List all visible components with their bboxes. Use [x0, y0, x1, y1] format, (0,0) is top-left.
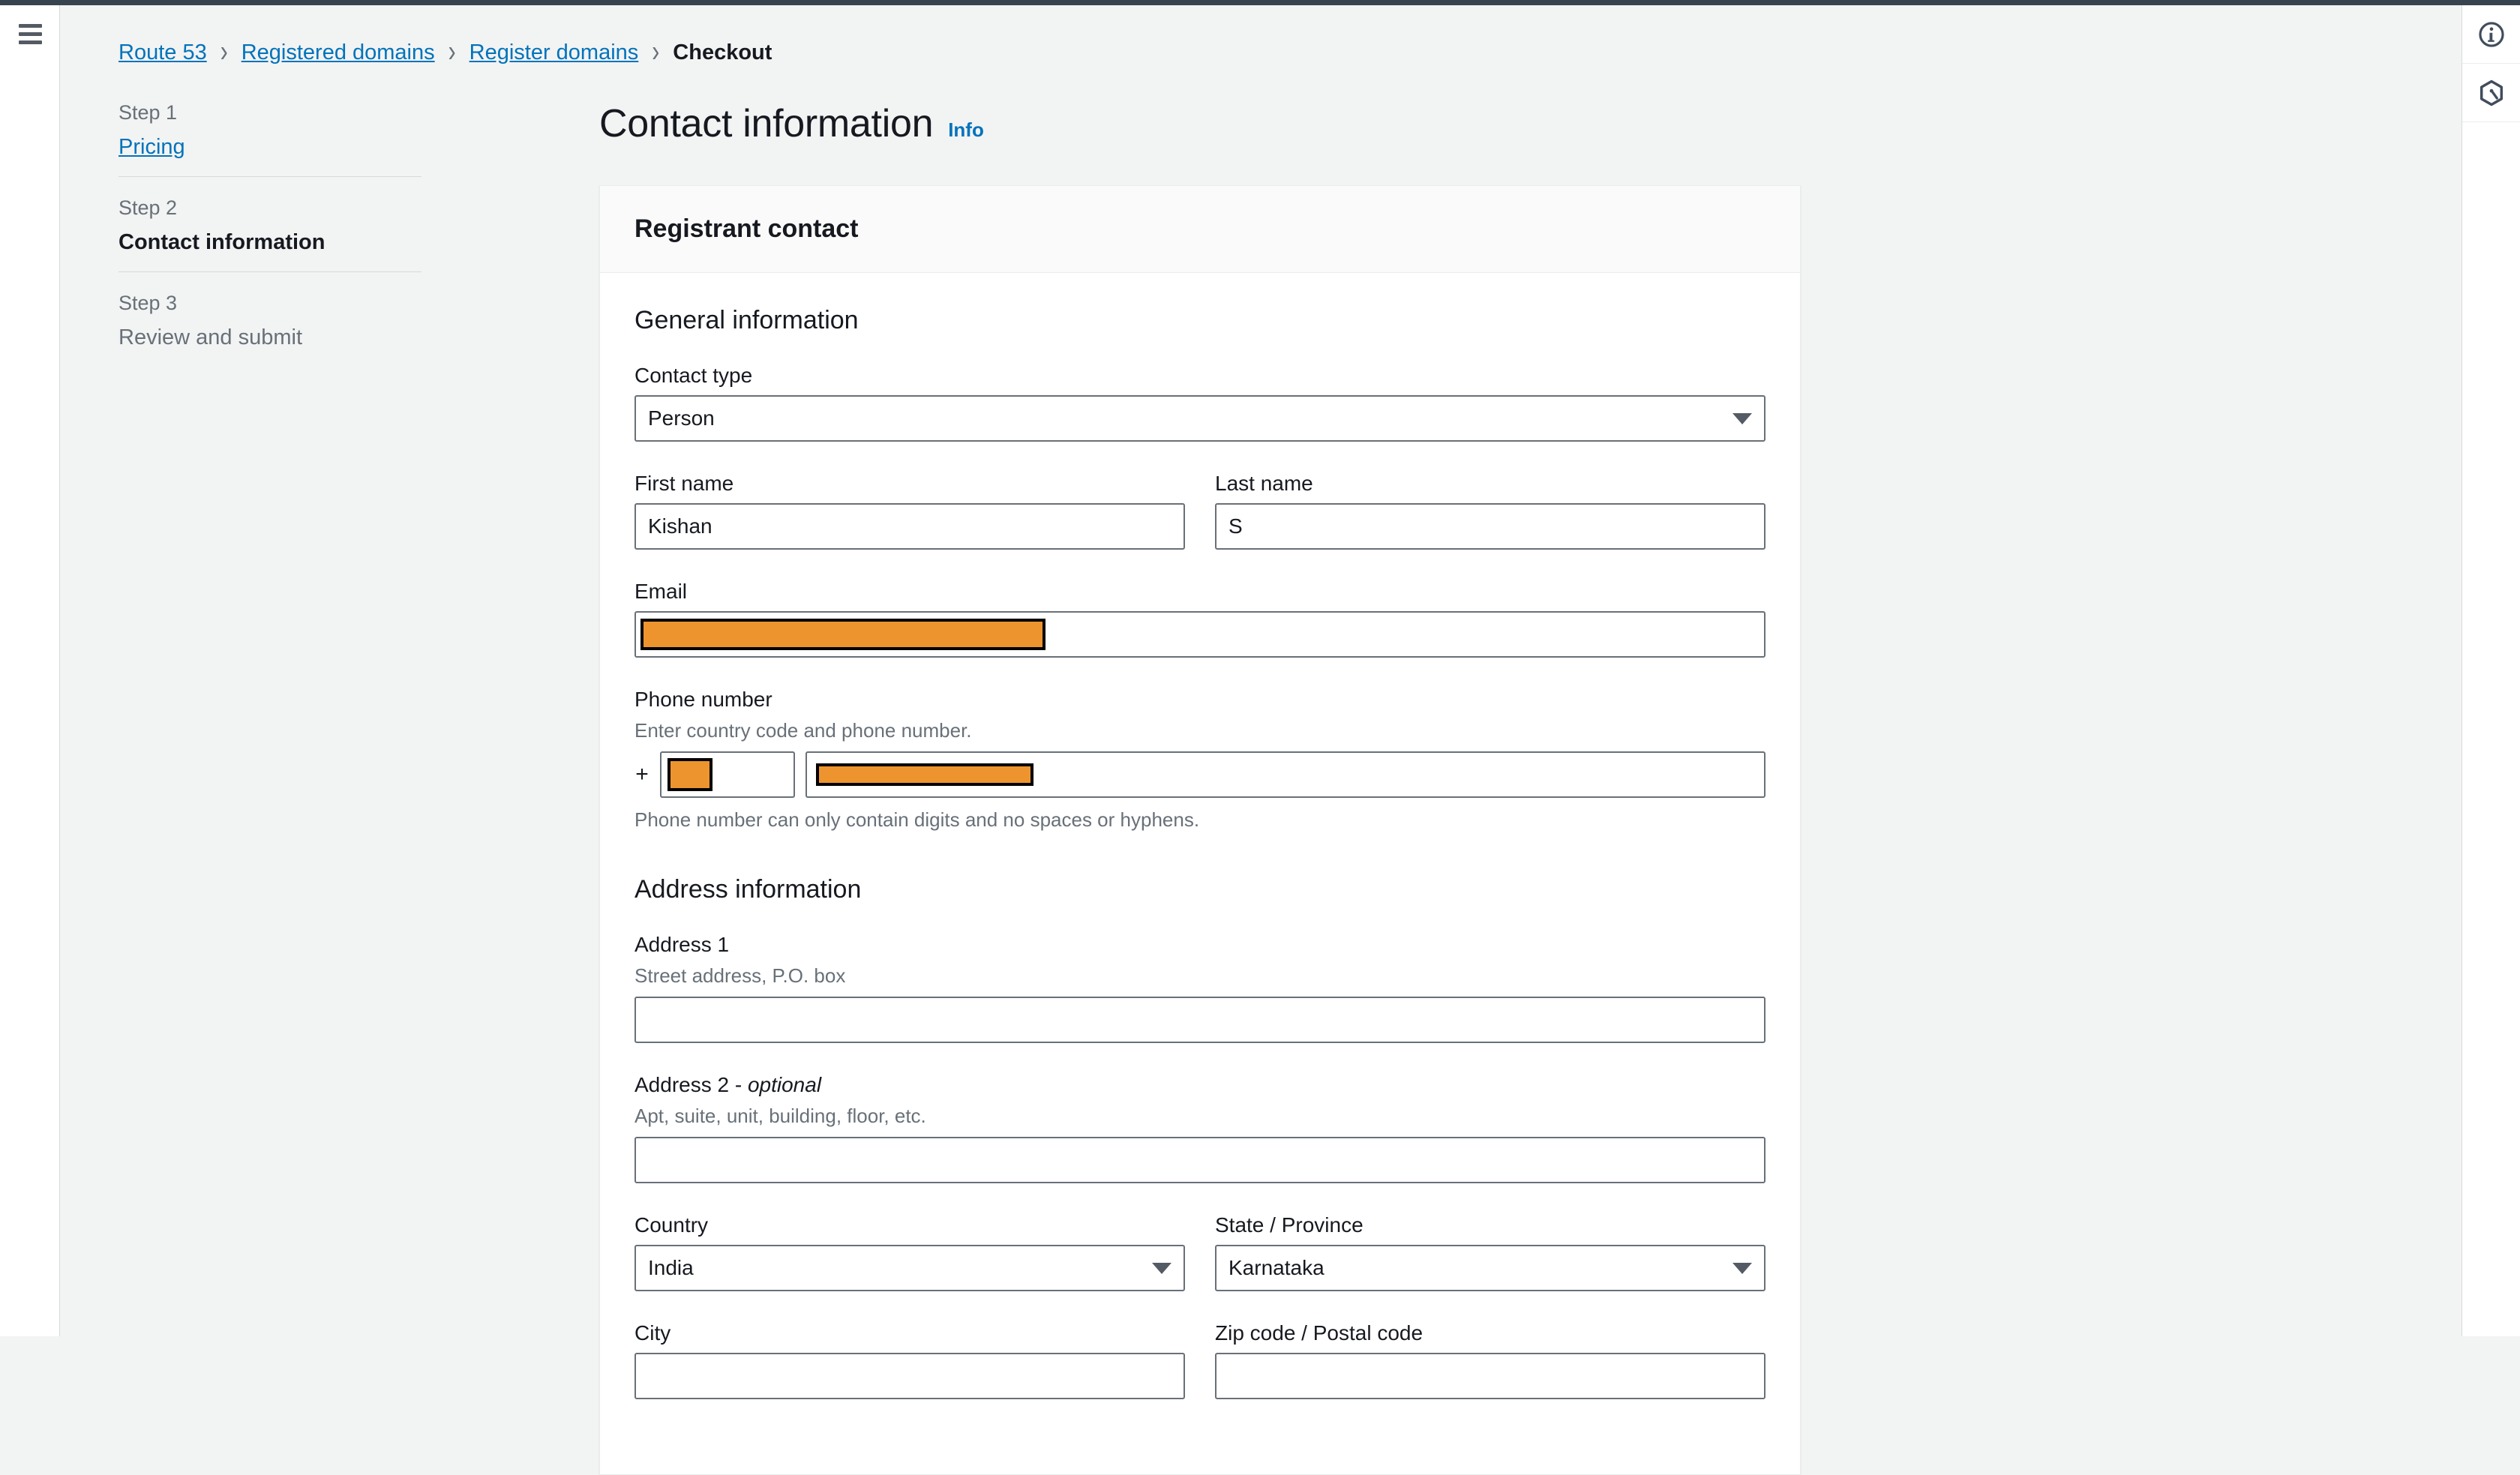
- address-information-heading: Address information: [634, 875, 862, 904]
- breadcrumb-item-registered-domains[interactable]: Registered domains: [242, 41, 435, 64]
- address-1-input[interactable]: [634, 997, 1766, 1043]
- field-row-country-state: Country India State / Province Karnataka: [634, 1213, 1766, 1291]
- amazon-q-button[interactable]: [2462, 64, 2520, 122]
- field-address-2: Address 2 - optional Apt, suite, unit, b…: [634, 1073, 1766, 1183]
- hamburger-bar: [19, 24, 42, 28]
- wizard-step-2-title: Contact information: [118, 230, 326, 254]
- breadcrumb-separator-icon: ›: [448, 35, 456, 69]
- breadcrumb-item-route-53[interactable]: Route 53: [118, 41, 207, 64]
- card-body: General information Contact type Person …: [600, 273, 1800, 1474]
- contact-type-value: Person: [648, 406, 715, 430]
- left-nav-rail: [0, 5, 60, 1336]
- first-name-value: Kishan: [648, 514, 712, 538]
- state-province-label: State / Province: [1215, 1213, 1364, 1237]
- field-city: City: [634, 1321, 1185, 1399]
- field-row-names: First name Kishan Last name S: [634, 472, 1766, 550]
- contact-type-label: Contact type: [634, 364, 753, 387]
- field-first-name: First name Kishan: [634, 472, 1185, 550]
- email-redaction-overlay: [640, 619, 1046, 650]
- wizard-step-1-number: Step 1: [118, 101, 178, 124]
- page-header: Contact information Info: [599, 101, 984, 146]
- country-label: Country: [634, 1213, 709, 1237]
- field-contact-type: Contact type Person: [634, 364, 1766, 442]
- field-state-province: State / Province Karnataka: [1215, 1213, 1766, 1291]
- breadcrumb-item-checkout: Checkout: [673, 40, 772, 64]
- field-country: Country India: [634, 1213, 1185, 1291]
- wizard-step-2: Step 2 Contact information: [118, 176, 422, 271]
- wizard-step-3-title: Review and submit: [118, 325, 302, 349]
- zip-code-label: Zip code / Postal code: [1215, 1321, 1424, 1345]
- chevron-down-icon: [1732, 412, 1752, 424]
- contact-type-select[interactable]: Person: [634, 395, 1766, 442]
- state-province-value: Karnataka: [1228, 1256, 1324, 1279]
- page-title: Contact information: [599, 102, 934, 145]
- country-value: India: [648, 1256, 694, 1279]
- breadcrumb-separator-icon: ›: [220, 35, 228, 69]
- phone-country-code-input[interactable]: [660, 751, 795, 798]
- field-last-name: Last name S: [1215, 472, 1766, 550]
- registrant-contact-card: Registrant contact General information C…: [599, 185, 1801, 1475]
- phone-input-row: +: [634, 751, 1766, 798]
- card-header-title: Registrant contact: [634, 214, 859, 243]
- address-1-description: Street address, P.O. box: [634, 964, 846, 987]
- right-tool-rail: [2462, 5, 2520, 1336]
- hamburger-icon[interactable]: [19, 24, 42, 44]
- address-2-label: Address 2 - optional: [634, 1073, 1766, 1097]
- email-input[interactable]: [634, 611, 1766, 658]
- wizard-step-1: Step 1 Pricing: [118, 94, 422, 176]
- info-circle-icon: [2477, 20, 2506, 49]
- wizard-step-1-title[interactable]: Pricing: [118, 135, 422, 160]
- main-content-area: Route 53 › Registered domains › Register…: [61, 5, 2461, 1475]
- phone-plus-prefix: +: [635, 762, 649, 787]
- zip-code-input[interactable]: [1215, 1353, 1766, 1399]
- breadcrumb-item-register-domains[interactable]: Register domains: [470, 41, 639, 64]
- phone-number-input[interactable]: [806, 751, 1766, 798]
- phone-country-code-redaction-overlay: [668, 758, 712, 791]
- hamburger-bar: [19, 40, 42, 44]
- info-panel-button[interactable]: [2462, 5, 2520, 64]
- address-2-description: Apt, suite, unit, building, floor, etc.: [634, 1105, 926, 1127]
- city-input[interactable]: [634, 1353, 1185, 1399]
- phone-number-label: Phone number: [634, 688, 772, 711]
- phone-number-description: Enter country code and phone number.: [634, 719, 972, 742]
- first-name-input[interactable]: Kishan: [634, 503, 1185, 550]
- top-bar-strip: [0, 0, 2520, 5]
- country-select[interactable]: India: [634, 1245, 1185, 1291]
- email-label: Email: [634, 580, 688, 603]
- city-label: City: [634, 1321, 671, 1345]
- field-zip-code: Zip code / Postal code: [1215, 1321, 1766, 1399]
- field-phone-number: Phone number Enter country code and phon…: [634, 688, 1766, 832]
- phone-number-hint: Phone number can only contain digits and…: [634, 808, 1200, 831]
- page-info-link[interactable]: Info: [948, 118, 984, 142]
- last-name-value: S: [1228, 514, 1243, 538]
- phone-number-redaction-overlay: [816, 763, 1034, 786]
- chevron-down-icon: [1732, 1262, 1752, 1274]
- wizard-navigation: Step 1 Pricing Step 2 Contact informatio…: [118, 94, 422, 367]
- first-name-label: First name: [634, 472, 734, 495]
- hamburger-bar: [19, 32, 42, 36]
- address-2-input[interactable]: [634, 1137, 1766, 1183]
- chevron-down-icon: [1152, 1262, 1172, 1274]
- field-email: Email: [634, 580, 1766, 658]
- last-name-label: Last name: [1215, 472, 1313, 495]
- address-2-optional-text: optional: [747, 1073, 822, 1096]
- card-header: Registrant contact: [600, 186, 1800, 273]
- breadcrumb-separator-icon: ›: [652, 35, 660, 69]
- general-information-heading: General information: [634, 306, 859, 334]
- last-name-input[interactable]: S: [1215, 503, 1766, 550]
- breadcrumb: Route 53 › Registered domains › Register…: [118, 37, 772, 67]
- state-province-select[interactable]: Karnataka: [1215, 1245, 1766, 1291]
- field-row-city-zip: City Zip code / Postal code: [634, 1321, 1766, 1399]
- address-1-label: Address 1: [634, 933, 730, 956]
- wizard-step-2-number: Step 2: [118, 196, 178, 219]
- address-2-label-text: Address 2 -: [634, 1073, 748, 1096]
- wizard-step-3-number: Step 3: [118, 292, 178, 314]
- amazon-q-hexagon-icon: [2477, 79, 2506, 107]
- field-address-1: Address 1 Street address, P.O. box: [634, 933, 1766, 1043]
- wizard-step-3: Step 3 Review and submit: [118, 271, 422, 367]
